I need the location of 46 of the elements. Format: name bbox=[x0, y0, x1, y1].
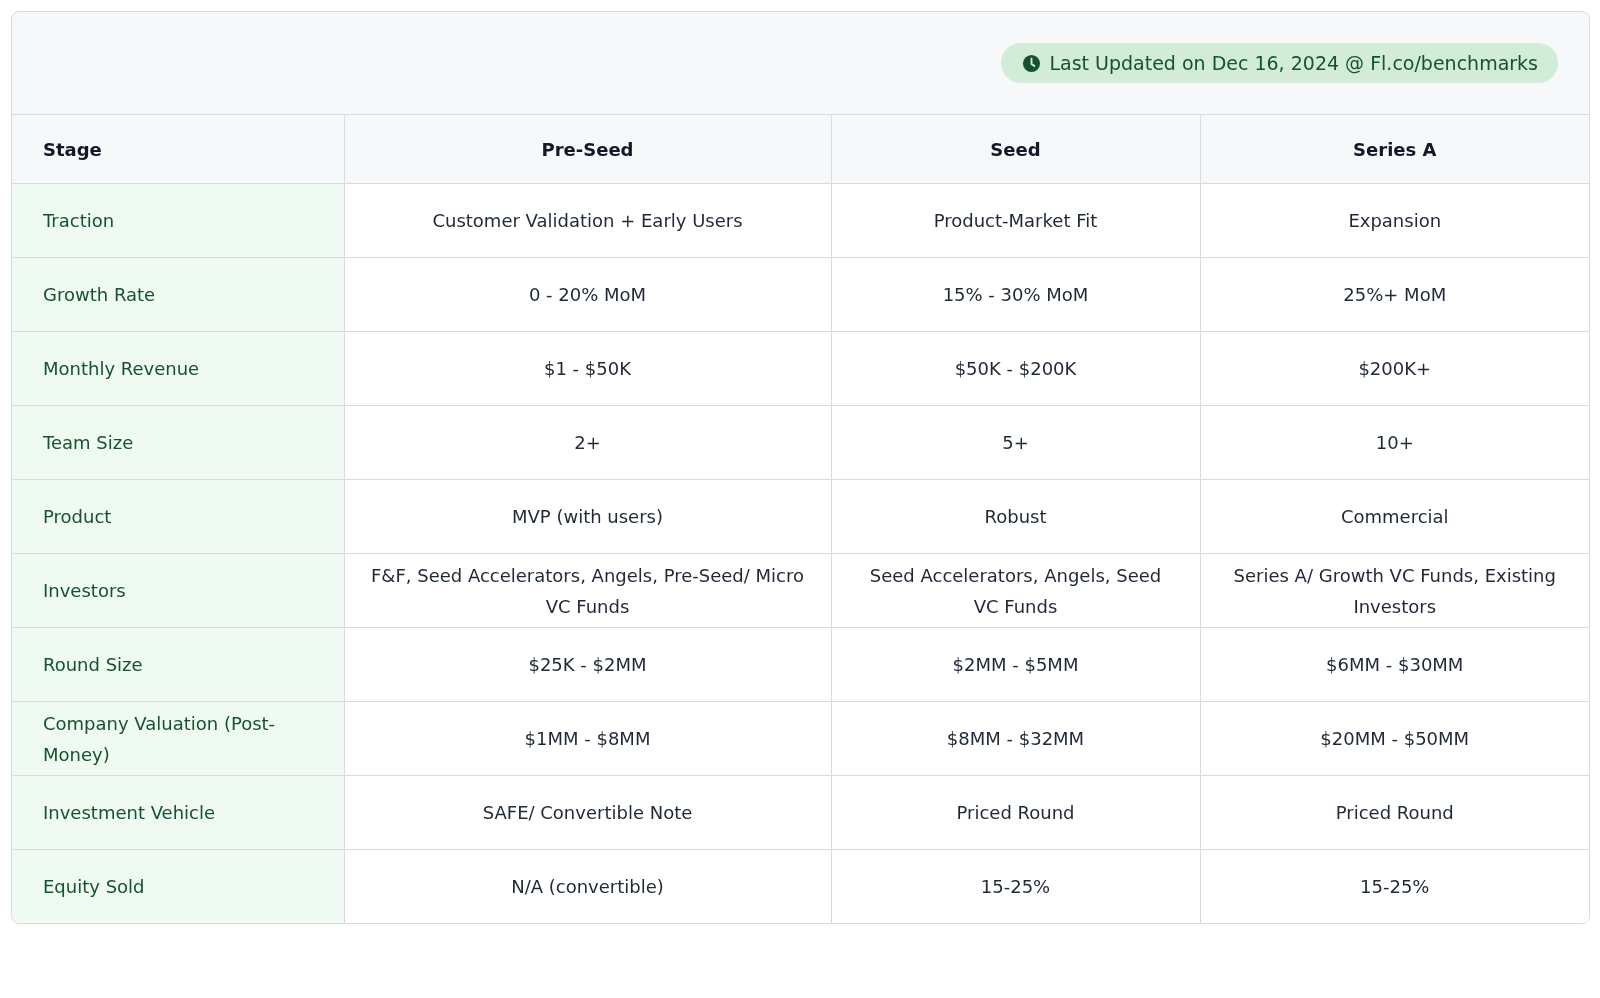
table-cell: Priced Round bbox=[1200, 775, 1589, 850]
table-cell: $6MM - $30MM bbox=[1200, 627, 1589, 702]
table-cell: 10+ bbox=[1200, 405, 1589, 480]
table-cell: 0 - 20% MoM bbox=[344, 257, 831, 332]
table-cell: 15-25% bbox=[1200, 849, 1589, 923]
table-cell: $8MM - $32MM bbox=[831, 701, 1200, 776]
table-cell: MVP (with users) bbox=[344, 479, 831, 554]
table-cell: 15% - 30% MoM bbox=[831, 257, 1200, 332]
table-cell: 15-25% bbox=[831, 849, 1200, 923]
table-cell: Expansion bbox=[1200, 183, 1589, 258]
table-cell: $20MM - $50MM bbox=[1200, 701, 1589, 776]
row-label: Round Size bbox=[12, 627, 344, 702]
row-label: Investors bbox=[12, 553, 344, 628]
column-header: Series A bbox=[1200, 115, 1589, 184]
column-header: Seed bbox=[831, 115, 1200, 184]
clock-icon bbox=[1022, 53, 1042, 73]
column-header: Pre-Seed bbox=[344, 115, 831, 184]
table-cell: N/A (convertible) bbox=[344, 849, 831, 923]
table-cell: Product-Market Fit bbox=[831, 183, 1200, 258]
table-cell: 5+ bbox=[831, 405, 1200, 480]
table-cell: $200K+ bbox=[1200, 331, 1589, 406]
table-cell: Robust bbox=[831, 479, 1200, 554]
table-cell: $25K - $2MM bbox=[344, 627, 831, 702]
table-cell: SAFE/ Convertible Note bbox=[344, 775, 831, 850]
row-label: Product bbox=[12, 479, 344, 554]
row-label: Traction bbox=[12, 183, 344, 258]
row-label: Company Valuation (Post-Money) bbox=[12, 701, 344, 776]
table-cell: Commercial bbox=[1200, 479, 1589, 554]
table-cell: 2+ bbox=[344, 405, 831, 480]
table-cell: Customer Validation + Early Users bbox=[344, 183, 831, 258]
table-cell: F&F, Seed Accelerators, Angels, Pre-Seed/ Micro VC Funds bbox=[344, 553, 831, 628]
last-updated-text: Last Updated on Dec 16, 2024 @ Fl.co/benchmarks bbox=[1049, 52, 1538, 74]
row-label: Team Size bbox=[12, 405, 344, 480]
table-cell: 25%+ MoM bbox=[1200, 257, 1589, 332]
table-cell: $50K - $200K bbox=[831, 331, 1200, 406]
row-label: Equity Sold bbox=[12, 849, 344, 923]
table-cell: Seed Accelerators, Angels, Seed VC Funds bbox=[831, 553, 1200, 628]
table-cell: Series A/ Growth VC Funds, Existing Investors bbox=[1200, 553, 1589, 628]
row-label: Monthly Revenue bbox=[12, 331, 344, 406]
column-header: Stage bbox=[12, 115, 344, 184]
table-cell: $2MM - $5MM bbox=[831, 627, 1200, 702]
table-cell: Priced Round bbox=[831, 775, 1200, 850]
table-cell: $1 - $50K bbox=[344, 331, 831, 406]
row-label: Investment Vehicle bbox=[12, 775, 344, 850]
row-label: Growth Rate bbox=[12, 257, 344, 332]
table-cell: $1MM - $8MM bbox=[344, 701, 831, 776]
